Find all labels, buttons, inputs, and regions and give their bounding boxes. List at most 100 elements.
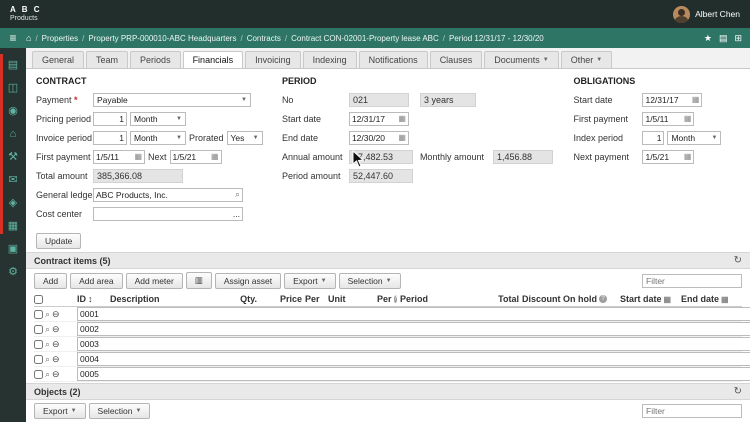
col-unit[interactable]: Unit [328, 294, 374, 304]
tab-other[interactable]: Other ▼ [560, 51, 613, 68]
remove-icon[interactable]: ⊖ [52, 369, 60, 380]
magnifier-icon[interactable]: ⌕ [45, 324, 50, 335]
prorated-select[interactable]: Yes ▼ [226, 130, 263, 145]
tab-clauses[interactable]: Clauses [429, 51, 483, 68]
contacts-icon[interactable]: ◫ [8, 83, 18, 94]
col-start-date[interactable]: Start date [620, 294, 662, 304]
assign-asset-button[interactable]: Assign asset [214, 272, 282, 289]
magnifier-icon[interactable]: ⌕ [45, 369, 50, 380]
calendar-icon[interactable]: ▦ [211, 152, 219, 161]
properties-icon[interactable]: ⌂ [10, 129, 17, 140]
invoice-period-qty-input[interactable] [93, 130, 127, 145]
export-button[interactable]: Export ▼ [284, 272, 336, 289]
magnifier-icon[interactable]: ⌕ [45, 354, 50, 365]
row-checkbox[interactable] [34, 339, 43, 349]
col-total[interactable]: Total [459, 294, 519, 304]
pricing-period-qty-input[interactable] [93, 111, 127, 126]
select-all-checkbox[interactable] [34, 294, 43, 304]
period-start-date[interactable]: 12/31/17 ▦ [348, 111, 409, 126]
col-description[interactable]: Description [110, 294, 222, 304]
row-checkbox[interactable] [34, 324, 43, 334]
apps-grid-icon[interactable]: ⊞ [734, 33, 742, 44]
sort-icon[interactable]: ↕ [88, 294, 93, 304]
tab-notifications[interactable]: Notifications [358, 51, 428, 68]
col-per1[interactable]: Per [305, 294, 325, 304]
breadcrumb-item-properties[interactable]: Properties [42, 34, 78, 43]
tasks-icon[interactable]: ▤ [8, 60, 18, 71]
col-id[interactable]: ID [77, 294, 86, 304]
cost-center-field[interactable]: ... [93, 206, 243, 221]
info-icon[interactable]: ? [599, 295, 607, 303]
remove-icon[interactable]: ⊖ [52, 354, 60, 365]
ellipsis-icon[interactable]: ... [233, 209, 240, 219]
add-meter-button[interactable]: Add meter [125, 272, 183, 289]
breadcrumb-item-contract[interactable]: Contract CON-02001-Property lease ABC [291, 34, 439, 43]
magnifier-icon[interactable]: ⌕ [45, 339, 50, 350]
selection-button[interactable]: Selection ▼ [88, 403, 151, 419]
hamburger-menu-icon[interactable]: ≡ [0, 31, 26, 45]
tab-invoicing[interactable]: Invoicing [245, 51, 301, 68]
reports-icon[interactable]: ▦ [8, 221, 18, 232]
col-period[interactable]: Period [400, 294, 456, 304]
calendar-icon[interactable]: ▦ [684, 152, 692, 161]
pricing-period-unit-select[interactable]: Month ▼ [130, 111, 186, 126]
item-id-input[interactable] [77, 307, 750, 321]
general-ledger-field[interactable]: ABC Products, Inc. ⌕ [93, 187, 243, 202]
export-button[interactable]: Export ▼ [34, 403, 86, 419]
info-icon[interactable]: ? [393, 295, 397, 303]
refresh-icon[interactable]: ↻ [734, 386, 742, 397]
tab-general[interactable]: General [32, 51, 85, 68]
col-per2[interactable]: Per [377, 294, 392, 304]
item-id-input[interactable] [77, 367, 750, 381]
add-area-button[interactable]: Add area [70, 272, 123, 289]
index-period-unit-select[interactable]: Month ▼ [667, 130, 722, 145]
row-checkbox[interactable] [34, 369, 43, 379]
tab-team[interactable]: Team [86, 51, 129, 68]
col-qty[interactable]: Qty. [225, 294, 257, 304]
mail-icon[interactable]: ✉ [8, 175, 17, 186]
user-menu[interactable]: Albert Chen [673, 5, 740, 23]
index-period-qty-input[interactable] [642, 130, 665, 145]
user-icon[interactable]: ◉ [8, 106, 18, 117]
selection-button[interactable]: Selection ▼ [338, 272, 401, 289]
tab-indexing[interactable]: Indexing [302, 51, 357, 68]
tab-periods[interactable]: Periods [130, 51, 181, 68]
refresh-icon[interactable]: ↻ [734, 255, 742, 266]
tab-documents[interactable]: Documents ▼ [484, 51, 559, 68]
magnifier-icon[interactable]: ⌕ [235, 189, 240, 200]
item-id-input[interactable] [77, 322, 750, 336]
breadcrumb-item-property[interactable]: Property PRP-000010-ABC Headquarters [88, 34, 236, 43]
period-end-date[interactable]: 12/30/20 ▦ [348, 130, 409, 145]
obligations-first-payment-date[interactable]: 1/5/11 ▦ [642, 111, 695, 126]
magnifier-icon[interactable]: ⌕ [45, 309, 50, 320]
avatar[interactable] [673, 5, 691, 23]
tab-financials[interactable]: Financials [182, 51, 244, 68]
update-button[interactable]: Update [36, 232, 82, 249]
col-end-date[interactable]: End date [681, 294, 719, 304]
invoice-period-unit-select[interactable]: Month ▼ [130, 130, 186, 145]
obligations-start-date[interactable]: 12/31/17 ▦ [642, 92, 703, 107]
home-icon[interactable]: ⌂ [26, 33, 31, 43]
calendar-icon[interactable]: ▦ [684, 114, 692, 123]
apps-icon[interactable]: ▣ [8, 244, 18, 255]
remove-icon[interactable]: ⊖ [52, 324, 60, 335]
maintenance-icon[interactable]: ⚒ [8, 152, 18, 163]
add-button[interactable]: Add [34, 272, 68, 289]
first-payment-date[interactable]: 1/5/11 ▦ [93, 149, 145, 164]
obligations-next-payment-date[interactable]: 1/5/21 ▦ [642, 149, 695, 164]
col-discount[interactable]: Discount [522, 294, 561, 304]
settings-icon[interactable]: ⚙ [8, 267, 18, 278]
calendar-icon[interactable]: ▦ [398, 114, 406, 123]
item-id-input[interactable] [77, 337, 750, 351]
finance-icon[interactable]: ◈ [9, 198, 17, 209]
star-icon[interactable]: ★ [704, 33, 712, 44]
print-icon[interactable]: ▤ [719, 33, 728, 44]
remove-icon[interactable]: ⊖ [52, 339, 60, 350]
breadcrumb-item-period[interactable]: Period 12/31/17 - 12/30/20 [449, 34, 544, 43]
barcode-button[interactable]: ▥ [185, 272, 212, 289]
col-on-hold[interactable]: On hold [563, 294, 597, 304]
calendar-icon[interactable]: ▦ [398, 133, 406, 142]
row-checkbox[interactable] [34, 309, 43, 319]
calendar-icon[interactable]: ▦ [692, 95, 700, 104]
calendar-icon[interactable]: ▦ [134, 152, 142, 161]
